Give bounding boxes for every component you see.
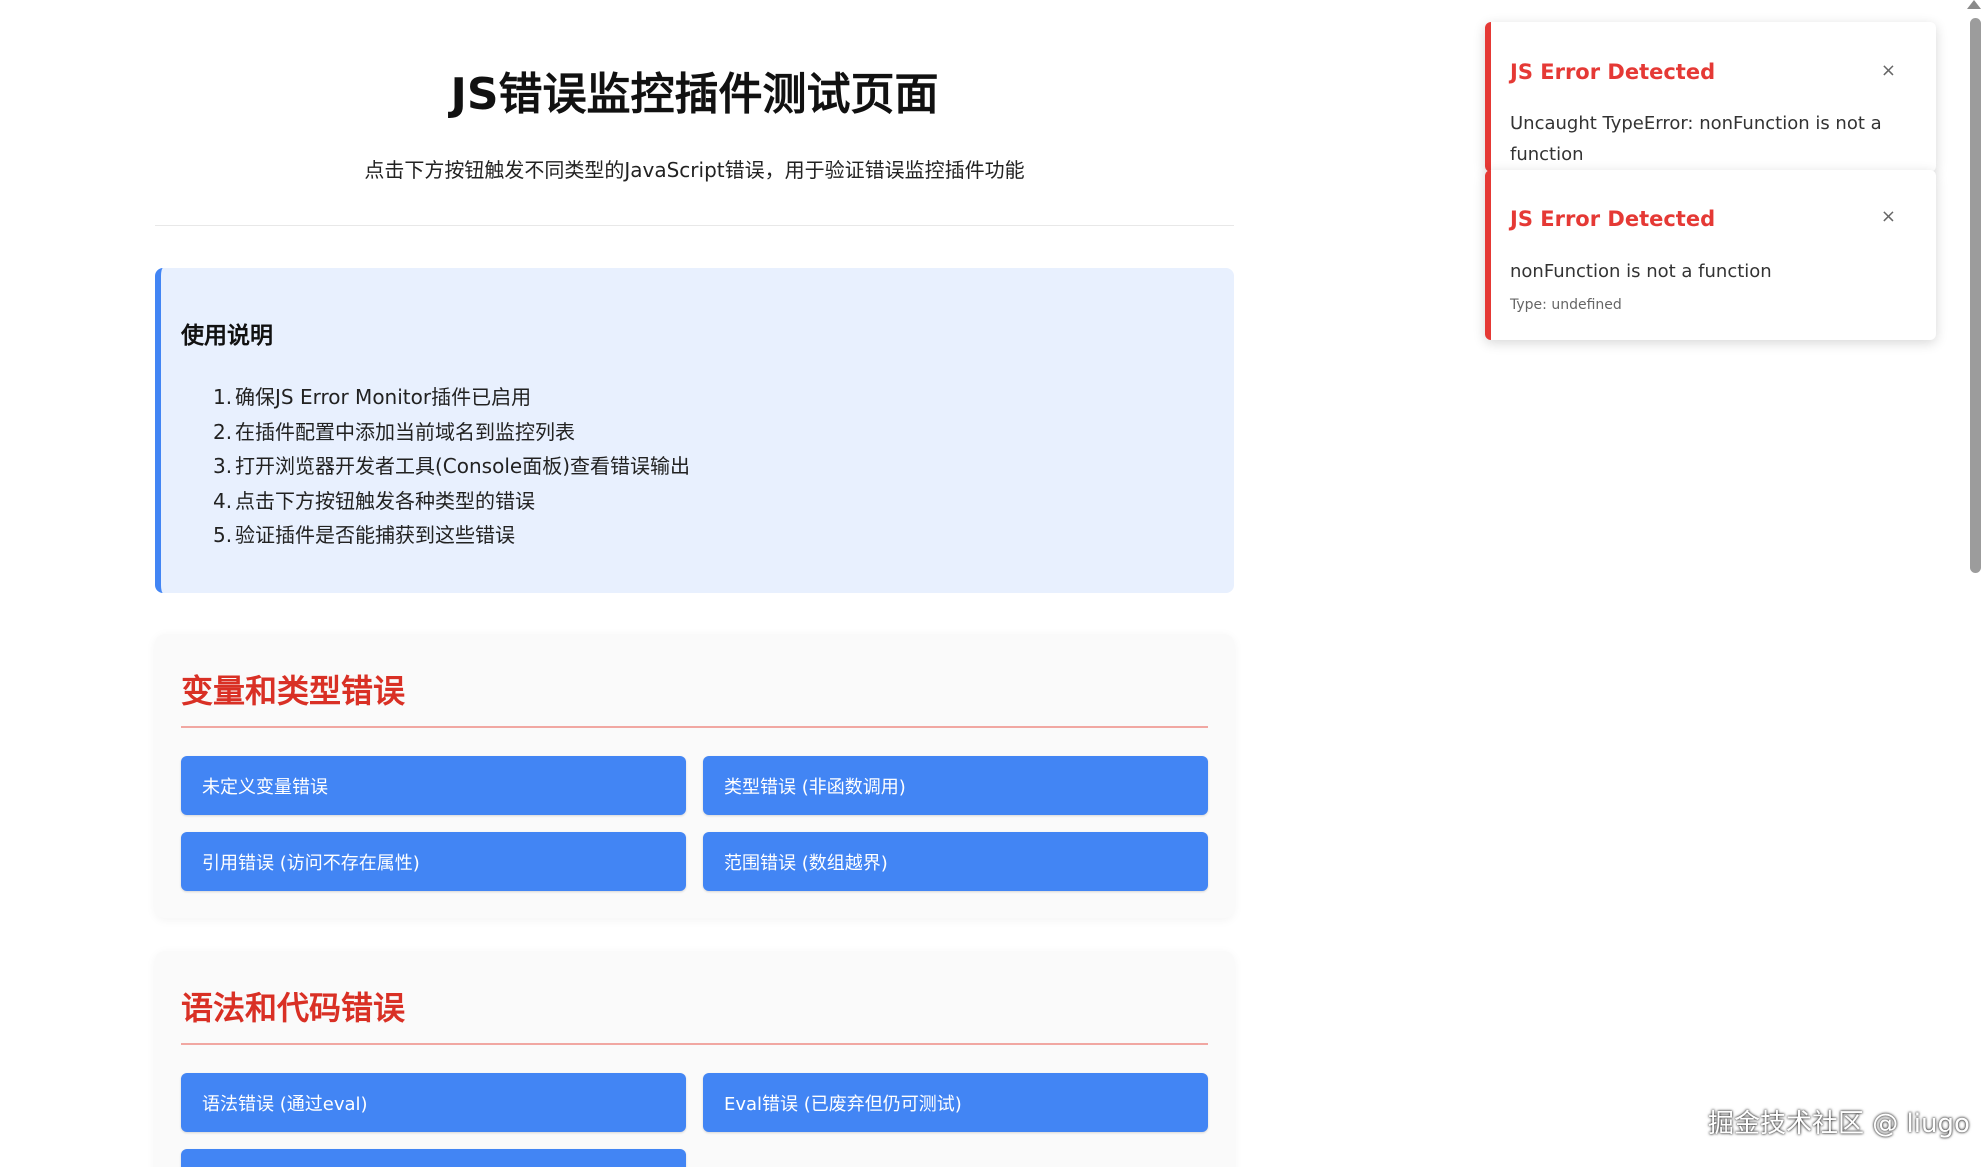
instruction-item: 2. 在插件配置中添加当前域名到监控列表: [213, 415, 1234, 450]
instruction-item: 5. 验证插件是否能捕获到这些错误: [213, 518, 1234, 553]
undefined-variable-error-button[interactable]: 未定义变量错误: [181, 756, 686, 815]
scrollbar-thumb[interactable]: [1970, 18, 1981, 573]
instruction-number: 2.: [213, 419, 233, 444]
instruction-text: 点击下方按钮触发各种类型的错误: [235, 488, 535, 513]
watermark: 掘金技术社区 @ liugo: [1708, 1109, 1970, 1139]
instructions-list: 1. 确保JS Error Monitor插件已启用 2. 在插件配置中添加当前域名…: [181, 380, 1234, 553]
error-notification: JS Error Detected × Uncaught TypeError: …: [1485, 22, 1936, 172]
button-grid: 语法错误 (通过eval) Eval错误 (已废弃但仍可测试): [181, 1073, 1208, 1167]
notification-message: nonFunction is not a function: [1510, 261, 1772, 282]
page: JS错误监控插件测试页面 点击下方按钮触发不同类型的JavaScript错误，用…: [0, 0, 1984, 1167]
notification-message: Uncaught TypeError: nonFunction is not a…: [1510, 113, 1882, 165]
notification-title: JS Error Detected: [1510, 60, 1716, 84]
range-error-button[interactable]: 范围错误 (数组越界): [703, 832, 1208, 891]
section-title: 变量和类型错误: [181, 666, 1208, 728]
reference-error-button[interactable]: 引用错误 (访问不存在属性): [181, 832, 686, 891]
vertical-scrollbar[interactable]: [1964, 0, 1984, 1167]
type-error-button[interactable]: 类型错误 (非函数调用): [703, 756, 1208, 815]
instruction-number: 4.: [213, 488, 233, 513]
error-notification: JS Error Detected × nonFunction is not a…: [1485, 170, 1936, 340]
section-title: 语法和代码错误: [181, 983, 1208, 1045]
instruction-number: 3.: [213, 454, 233, 478]
instruction-text: 打开浏览器开发者工具(Console面板)查看错误输出: [235, 454, 690, 478]
scroll-up-arrow-icon[interactable]: [1967, 0, 1981, 9]
notification-title: JS Error Detected: [1510, 207, 1716, 231]
instruction-item: 3. 打开浏览器开发者工具(Console面板)查看错误输出: [213, 449, 1234, 484]
instruction-item: 1. 确保JS Error Monitor插件已启用: [213, 380, 1234, 415]
instruction-text: 确保JS Error Monitor插件已启用: [235, 385, 532, 409]
instructions-heading: 使用说明: [181, 323, 273, 349]
button-grid: 未定义变量错误 类型错误 (非函数调用) 引用错误 (访问不存在属性) 范围错误…: [181, 756, 1208, 891]
partially-visible-button[interactable]: [181, 1149, 686, 1167]
notification-type: Type: undefined: [1510, 297, 1622, 313]
close-icon[interactable]: ×: [1881, 206, 1896, 227]
page-subtitle: 点击下方按钮触发不同类型的JavaScript错误，用于验证错误监控插件功能: [364, 158, 1025, 182]
syntax-error-button[interactable]: 语法错误 (通过eval): [181, 1073, 686, 1132]
instruction-text: 验证插件是否能捕获到这些错误: [235, 523, 515, 547]
eval-error-button[interactable]: Eval错误 (已废弃但仍可测试): [703, 1073, 1208, 1132]
instructions-panel: 使用说明 1. 确保JS Error Monitor插件已启用 2. 在插件配置中添…: [155, 268, 1234, 593]
header-divider: [155, 225, 1234, 226]
instruction-item: 4. 点击下方按钮触发各种类型的错误: [213, 484, 1234, 519]
instruction-text: 在插件配置中添加当前域名到监控列表: [235, 419, 575, 444]
section-variable-type-errors: 变量和类型错误 未定义变量错误 类型错误 (非函数调用) 引用错误 (访问不存在…: [155, 634, 1234, 918]
instruction-number: 5.: [213, 523, 233, 547]
instruction-number: 1.: [213, 385, 233, 409]
close-icon[interactable]: ×: [1881, 60, 1896, 81]
page-title: JS错误监控插件测试页面: [450, 69, 939, 120]
section-syntax-code-errors: 语法和代码错误 语法错误 (通过eval) Eval错误 (已废弃但仍可测试): [155, 951, 1234, 1167]
